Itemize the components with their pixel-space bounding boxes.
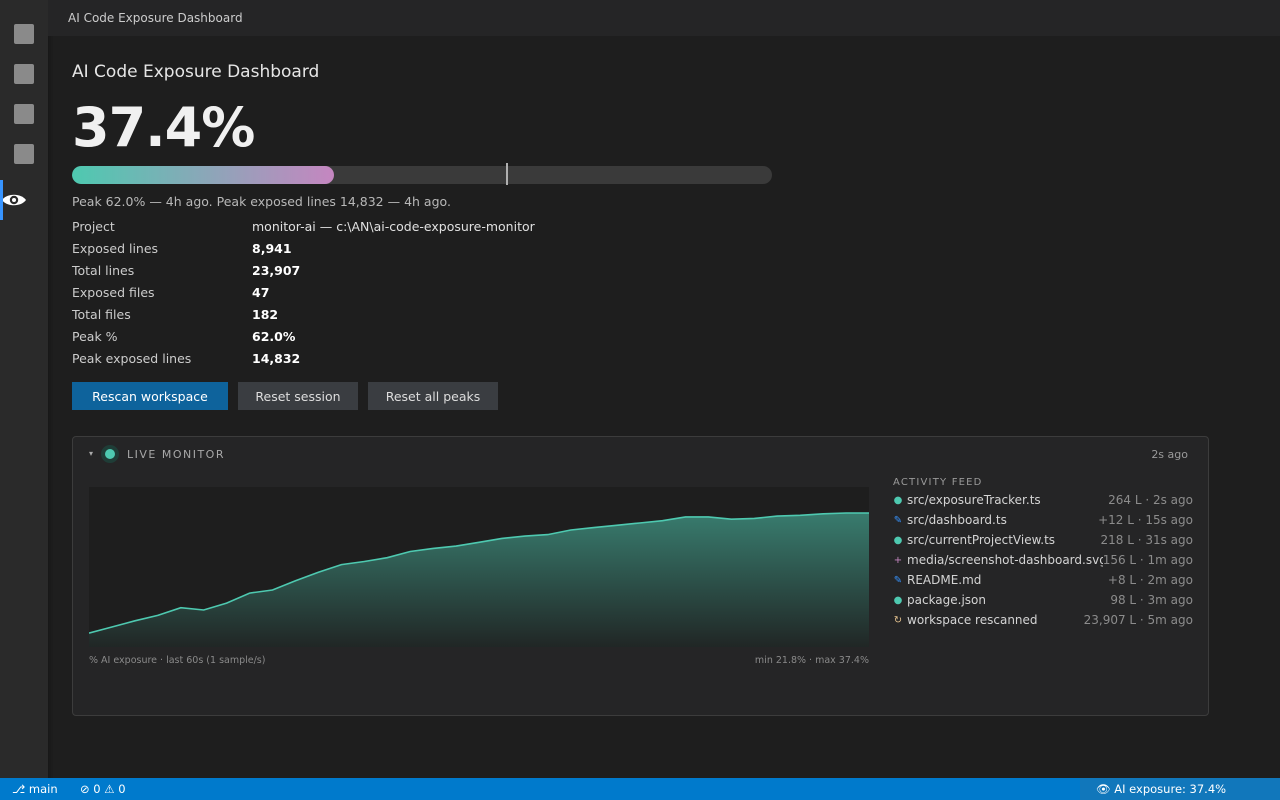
page-title: AI Code Exposure Dashboard xyxy=(72,62,320,82)
stat-value: 47 xyxy=(252,284,270,300)
activity-item-exposure[interactable] xyxy=(0,180,48,220)
explorer-icon[interactable] xyxy=(14,24,34,44)
file-added-icon: + xyxy=(893,554,903,566)
file-modified-icon: ● xyxy=(893,494,903,506)
stat-label: Exposed lines xyxy=(72,240,159,256)
stat-value: 62.0% xyxy=(252,328,296,344)
stat-label: Exposed files xyxy=(72,284,155,300)
edit-icon: ✎ xyxy=(893,514,903,526)
exposure-status-item[interactable]: 👁 AI exposure: 37.4% xyxy=(1080,778,1280,800)
stat-label: Project xyxy=(72,218,115,234)
source-control-icon[interactable] xyxy=(14,104,34,124)
sidebar-shadow xyxy=(48,36,54,778)
reset-all-peaks-button[interactable]: Reset all peaks xyxy=(368,382,498,410)
feed-item[interactable]: ● src/currentProjectView.ts 218 L · 31s … xyxy=(891,530,1193,550)
feed-item[interactable]: + media/screenshot-dashboard.svg 156 L ·… xyxy=(891,550,1193,570)
feed-item[interactable]: ● package.json 98 L · 3m ago xyxy=(891,590,1193,610)
activity-feed-title: ACTIVITY FEED xyxy=(893,477,983,488)
stat-value: 14,832 xyxy=(252,350,301,366)
reset-session-button[interactable]: Reset session xyxy=(238,382,358,410)
activity-bar xyxy=(0,0,48,778)
live-indicator-icon xyxy=(101,445,119,463)
feed-item-name: src/exposureTracker.ts xyxy=(907,493,1041,507)
feed-item-name: README.md xyxy=(907,573,982,587)
refresh-icon: ↻ xyxy=(893,614,903,626)
stat-row-peak-pct: Peak % 62.0% xyxy=(72,325,535,347)
peak-note: Peak 62.0% — 4h ago. Peak exposed lines … xyxy=(72,194,451,209)
stat-label: Peak exposed lines xyxy=(72,350,192,366)
activity-feed: ● src/exposureTracker.ts 264 L · 2s ago … xyxy=(891,490,1193,630)
file-modified-icon: ● xyxy=(893,534,903,546)
problems-indicator[interactable]: ⊘ 0 ⚠ 0 xyxy=(80,782,126,796)
feed-item[interactable]: ↻ workspace rescanned 23,907 L · 5m ago xyxy=(891,610,1193,630)
stat-row-peak-exposed-lines: Peak exposed lines 14,832 xyxy=(72,347,535,369)
feed-item-meta: +8 L · 2m ago xyxy=(1107,573,1193,587)
collapse-caret-icon[interactable]: ▾ xyxy=(89,449,93,458)
stat-row-project: Project monitor-ai — c:\AN\ai-code-expos… xyxy=(72,215,535,237)
feed-item[interactable]: ✎ README.md +8 L · 2m ago xyxy=(891,570,1193,590)
feed-item-meta: +12 L · 15s ago xyxy=(1098,513,1193,527)
exposure-progress-fill xyxy=(72,166,334,184)
live-monitor-title: LIVE MONITOR xyxy=(127,448,225,461)
feed-item-meta: 98 L · 3m ago xyxy=(1110,593,1193,607)
stat-row-total-lines: Total lines 23,907 xyxy=(72,259,535,281)
feed-item-name: workspace rescanned xyxy=(907,613,1038,627)
feed-item-name: src/currentProjectView.ts xyxy=(907,533,1056,547)
chart-min-max: min 21.8% · max 37.4% xyxy=(754,655,869,666)
stat-label: Total lines xyxy=(72,262,135,278)
window-title: AI Code Exposure Dashboard xyxy=(68,11,243,25)
search-icon[interactable] xyxy=(14,64,34,84)
live-monitor-panel: ▾ LIVE MONITOR 2s ago % AI exposure · la… xyxy=(72,436,1209,716)
stat-label: Total files xyxy=(72,306,131,322)
exposure-status-text: 👁 AI exposure: 37.4% xyxy=(1096,782,1227,796)
stat-value: 8,941 xyxy=(252,240,292,256)
feed-item[interactable]: ✎ src/dashboard.ts +12 L · 15s ago xyxy=(891,510,1193,530)
stat-row-exposed-lines: Exposed lines 8,941 xyxy=(72,237,535,259)
feed-item[interactable]: ● src/exposureTracker.ts 264 L · 2s ago xyxy=(891,490,1193,510)
stat-value: 23,907 xyxy=(252,262,301,278)
stat-label: Peak % xyxy=(72,328,118,344)
feed-item-name: src/dashboard.ts xyxy=(907,513,1007,527)
exposure-percentage: 37.4% xyxy=(72,96,255,159)
branch-indicator[interactable]: ⎇ main xyxy=(12,782,58,796)
stat-value: 182 xyxy=(252,306,279,322)
rescan-workspace-button[interactable]: Rescan workspace xyxy=(72,382,228,410)
feed-item-meta: 156 L · 1m ago xyxy=(1102,553,1193,567)
editor-tab-bar: AI Code Exposure Dashboard xyxy=(48,0,1280,36)
exposure-progress-bar xyxy=(72,166,772,184)
stat-row-total-files: Total files 182 xyxy=(72,303,535,325)
feed-item-meta: 218 L · 31s ago xyxy=(1100,533,1194,547)
feed-item-meta: 23,907 L · 5m ago xyxy=(1083,613,1193,627)
feed-item-name: media/screenshot-dashboard.svg xyxy=(907,553,1103,567)
feed-item-name: package.json xyxy=(907,593,987,607)
stat-row-exposed-files: Exposed files 47 xyxy=(72,281,535,303)
chart-caption: % AI exposure · last 60s (1 sample/s) xyxy=(89,655,266,666)
stats-table: Project monitor-ai — c:\AN\ai-code-expos… xyxy=(72,215,535,369)
file-modified-icon: ● xyxy=(893,594,903,606)
exposure-chart xyxy=(89,487,869,647)
eye-icon xyxy=(3,194,26,206)
status-bar: ⎇ main ⊘ 0 ⚠ 0 👁 AI exposure: 37.4% xyxy=(0,778,1280,800)
last-updated: 2s ago xyxy=(1151,448,1188,461)
feed-item-meta: 264 L · 2s ago xyxy=(1108,493,1193,507)
edit-icon: ✎ xyxy=(893,574,903,586)
peak-marker xyxy=(506,163,508,185)
extensions-icon[interactable] xyxy=(14,144,34,164)
stat-value: monitor-ai — c:\AN\ai-code-exposure-moni… xyxy=(252,218,535,234)
